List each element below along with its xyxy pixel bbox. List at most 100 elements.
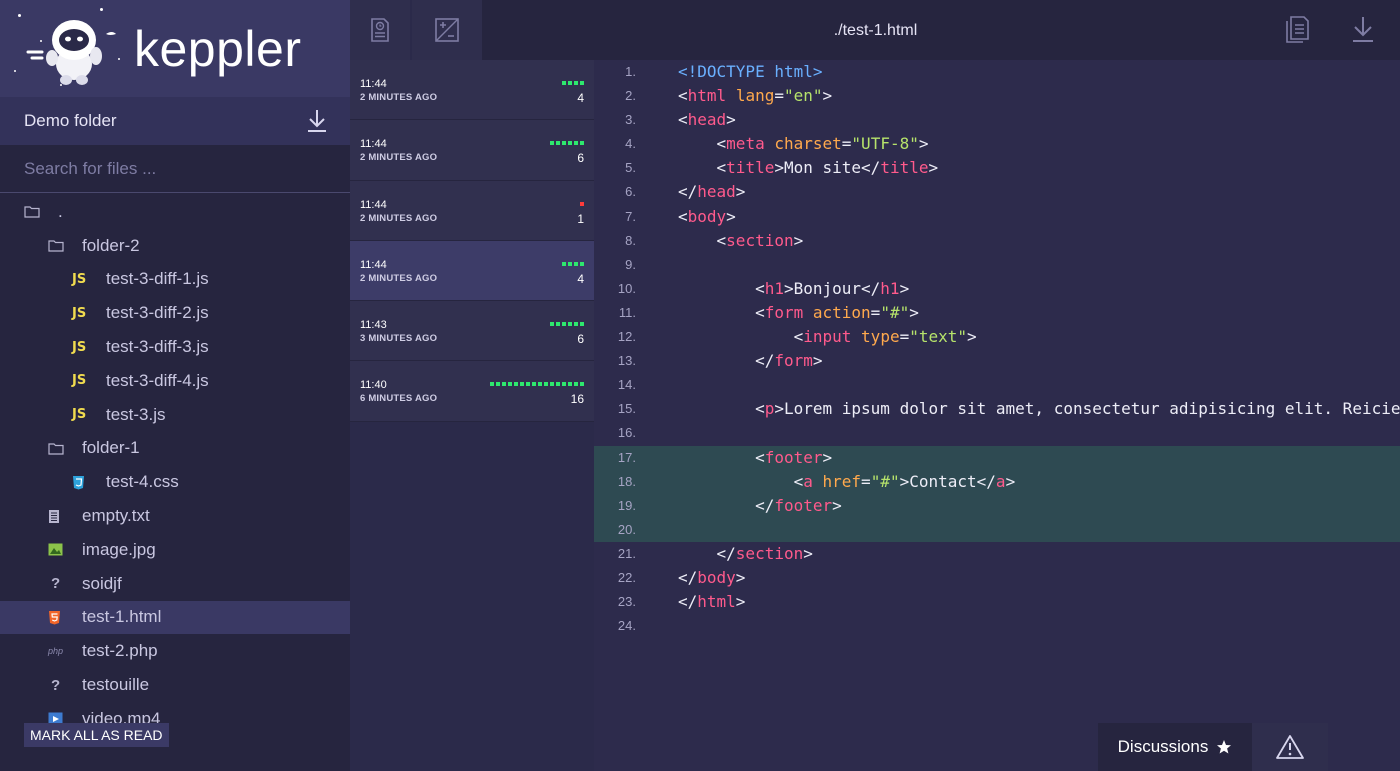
revision-change-count: 4 bbox=[577, 271, 584, 286]
added-line-mark bbox=[568, 81, 572, 85]
code-editor[interactable]: 1. <!DOCTYPE html> 2. <html lang="en"> 3. <he… bbox=[594, 60, 1400, 771]
revision-item[interactable]: 11:44 2 MINUTES AGO 6 bbox=[350, 120, 594, 181]
tree-item[interactable]: php test-2.php bbox=[0, 634, 350, 668]
line-number: 13. bbox=[617, 353, 636, 369]
star-icon bbox=[1217, 740, 1232, 754]
download-file-icon[interactable] bbox=[1350, 14, 1376, 44]
revision-item[interactable]: 11:44 2 MINUTES AGO 4 bbox=[350, 240, 594, 302]
added-line-mark bbox=[508, 382, 512, 387]
added-line-mark bbox=[568, 382, 572, 387]
diff-toggle-button[interactable] bbox=[412, 0, 482, 60]
tree-item-label: test-3-diff-1.js bbox=[106, 269, 209, 289]
code-token: > bbox=[812, 351, 823, 371]
code-token: < bbox=[678, 230, 727, 250]
code-token: > bbox=[735, 592, 746, 612]
revision-change-bars bbox=[550, 141, 584, 146]
tree-item[interactable]: ? testouille bbox=[0, 668, 350, 702]
revision-item[interactable]: 11:44 2 MINUTES AGO 4 bbox=[350, 60, 594, 121]
js-file-icon: JS bbox=[72, 339, 87, 355]
added-line-mark bbox=[526, 382, 530, 387]
tree-item-label: folder-1 bbox=[82, 438, 140, 458]
tree-item[interactable]: JS test-3.js bbox=[0, 398, 350, 432]
copy-icon[interactable] bbox=[1282, 14, 1310, 44]
line-number: 22. bbox=[617, 569, 636, 585]
tree-item[interactable]: JS test-3-diff-1.js bbox=[0, 263, 350, 297]
line-number: 11. bbox=[618, 304, 636, 320]
added-line-mark bbox=[520, 382, 524, 387]
code-text: <!DOCTYPE html> bbox=[678, 60, 823, 84]
code-text: <html lang="en"> bbox=[678, 84, 832, 108]
tree-item-label: test-3-diff-3.js bbox=[106, 337, 209, 357]
code-line: 4. <meta charset="UTF-8"> bbox=[594, 132, 1400, 156]
code-token: = bbox=[870, 302, 881, 322]
line-number: 14. bbox=[617, 377, 636, 393]
code-token: type bbox=[861, 327, 900, 347]
code-token: "UTF-8" bbox=[851, 134, 919, 154]
tree-item[interactable]: folder-2 bbox=[0, 229, 350, 263]
tree-item[interactable]: JS test-3-diff-2.js bbox=[0, 296, 350, 330]
tree-item[interactable]: ? soidjf bbox=[0, 567, 350, 601]
js-file-icon: JS bbox=[72, 271, 87, 287]
revision-item[interactable]: 11:43 3 MINUTES AGO 6 bbox=[350, 301, 594, 362]
code-token: > bbox=[967, 327, 977, 347]
code-line: 1. <!DOCTYPE html> bbox=[594, 60, 1400, 84]
code-token: form bbox=[774, 351, 813, 371]
code-token: = bbox=[861, 471, 871, 491]
code-token: meta bbox=[726, 134, 765, 154]
tree-item[interactable]: test-1.html bbox=[0, 600, 350, 635]
code-token: > bbox=[803, 543, 813, 563]
unknown-file-icon: ? bbox=[51, 676, 61, 694]
revision-relative-time: 2 MINUTES AGO bbox=[360, 92, 438, 103]
bottom-panel: Discussions bbox=[1098, 723, 1328, 771]
code-line: 11. <form action="#"> bbox=[594, 301, 1400, 325]
tree-item[interactable]: JS test-3-diff-3.js bbox=[0, 330, 350, 364]
code-token: >Lorem ipsum dolor sit amet, consectetur… bbox=[774, 399, 1400, 419]
line-number: 15. bbox=[617, 401, 636, 417]
code-token: body bbox=[687, 206, 727, 226]
history-button[interactable] bbox=[350, 0, 410, 60]
tree-item[interactable]: empty.txt bbox=[0, 499, 350, 533]
line-number: 20. bbox=[617, 521, 636, 537]
download-icon[interactable] bbox=[306, 108, 328, 134]
added-line-mark bbox=[580, 141, 584, 146]
code-token: head bbox=[687, 110, 727, 130]
mark-all-read-button[interactable]: MARK ALL AS READ bbox=[24, 723, 169, 747]
code-token: </ bbox=[678, 182, 698, 202]
tree-item[interactable]: JS test-3-diff-4.js bbox=[0, 364, 350, 398]
file-path: ./test-1.html bbox=[833, 22, 918, 39]
tree-item[interactable]: folder-1 bbox=[0, 432, 350, 466]
star-decoration bbox=[14, 70, 16, 72]
file-search bbox=[0, 145, 350, 193]
line-number: 10. bbox=[617, 280, 636, 296]
line-number: 21. bbox=[617, 545, 636, 561]
code-token: > bbox=[735, 182, 746, 202]
editor-toolbar: ./test-1.html bbox=[482, 0, 1400, 60]
discussions-button[interactable]: Discussions bbox=[1098, 723, 1252, 771]
code-line: 21. </section> bbox=[594, 542, 1400, 566]
code-text: </footer> bbox=[678, 494, 842, 518]
html-file-icon bbox=[48, 608, 72, 626]
revision-relative-time: 2 MINUTES AGO bbox=[360, 152, 438, 164]
code-line: 20. bbox=[594, 517, 1400, 542]
tree-item[interactable]: . bbox=[0, 195, 350, 229]
revision-item[interactable]: 11:40 6 MINUTES AGO 16 bbox=[350, 361, 594, 422]
star-decoration bbox=[18, 14, 21, 17]
code-text: </html> bbox=[678, 590, 745, 614]
tree-item[interactable]: image.jpg bbox=[0, 533, 350, 567]
search-input[interactable] bbox=[24, 158, 324, 179]
revision-relative-time: 2 MINUTES AGO bbox=[360, 272, 438, 284]
code-text: </section> bbox=[678, 542, 813, 566]
code-token: </ bbox=[678, 592, 698, 612]
js-file-icon: JS bbox=[72, 305, 87, 321]
code-line: 13. </form> bbox=[594, 349, 1400, 373]
added-line-mark bbox=[574, 81, 578, 85]
code-token: html bbox=[697, 592, 736, 612]
warnings-button[interactable] bbox=[1252, 723, 1328, 771]
tree-item-label: folder-2 bbox=[82, 235, 140, 255]
code-token: action bbox=[812, 302, 871, 322]
added-line-mark bbox=[574, 322, 578, 327]
tree-item-label: test-2.php bbox=[82, 641, 158, 661]
tree-item[interactable]: test-4.css bbox=[0, 465, 350, 499]
revision-item[interactable]: 11:44 2 MINUTES AGO 1 bbox=[350, 180, 594, 241]
